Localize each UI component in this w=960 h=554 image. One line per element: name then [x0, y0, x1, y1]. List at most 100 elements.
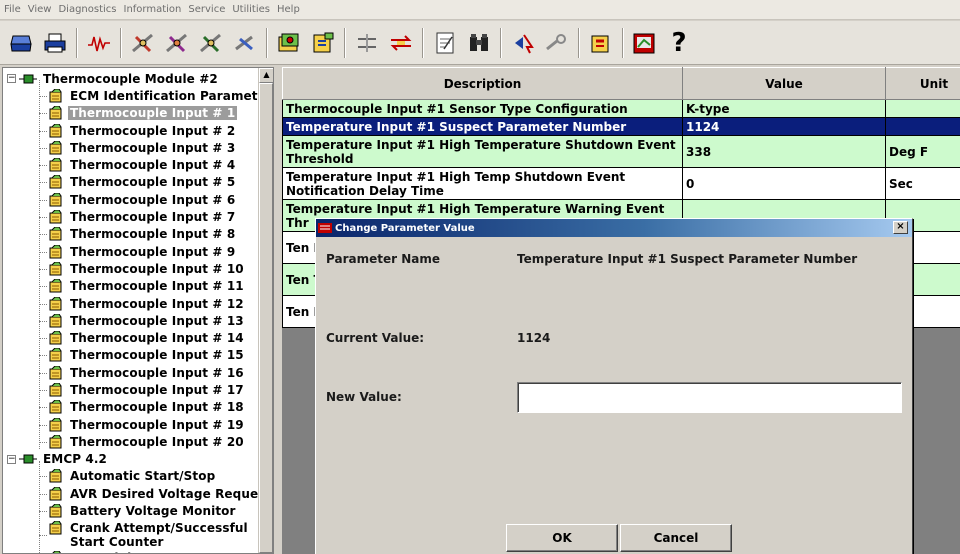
tree-item[interactable]: Thermocouple Input # 20	[3, 433, 259, 450]
menu-bar: File View Diagnostics Information Servic…	[0, 0, 960, 20]
table-row[interactable]: Temperature Input #1 High Temperature Sh…	[282, 135, 960, 168]
new-value-label: New Value:	[326, 390, 402, 404]
module-tree[interactable]: − Thermocouple Module #2 ECM Identificat…	[2, 67, 274, 554]
cell-value: 338	[682, 135, 886, 168]
tree-item[interactable]: Thermocouple Input # 17	[3, 381, 259, 398]
tree-item[interactable]: Automatic Start/Stop	[3, 468, 259, 485]
tree-item[interactable]: Thermocouple Input # 14	[3, 329, 259, 346]
tree-item[interactable]: Thermocouple Input # 10	[3, 260, 259, 277]
compare-icon[interactable]	[352, 26, 382, 60]
tool-icon-a[interactable]	[128, 26, 158, 60]
tree-item[interactable]: Thermocouple Input # 19	[3, 416, 259, 433]
tree-item[interactable]: Thermocouple Input # 4	[3, 156, 259, 173]
tree-item[interactable]: Thermocouple Input # 18	[3, 399, 259, 416]
parameter-icon	[49, 504, 62, 518]
toolbar-separator	[76, 27, 78, 58]
tree-module-label: Thermocouple Module #2	[43, 71, 218, 86]
tree-module-thermocouple[interactable]: − Thermocouple Module #2	[3, 70, 259, 87]
parameter-icon	[49, 520, 62, 535]
tree-item[interactable]: Thermocouple Input # 8	[3, 226, 259, 243]
tree-item-label: Thermocouple Input # 17	[70, 382, 244, 397]
tree-item[interactable]: AVR Desired Voltage Request	[3, 485, 271, 502]
dialog-title: Change Parameter Value	[335, 222, 475, 234]
tree-item[interactable]: Thermocouple Input # 16	[3, 364, 259, 381]
tree-item[interactable]: Thermocouple Input # 5	[3, 174, 259, 191]
collapse-icon[interactable]: −	[7, 74, 16, 84]
parameter-icon	[49, 365, 62, 380]
tree-item[interactable]: Thermocouple Input # 3	[3, 139, 259, 156]
tree-item[interactable]: Thermocouple Input # 2	[3, 122, 259, 139]
tree-item-label: Thermocouple Input # 18	[70, 400, 244, 415]
menu-view[interactable]: View	[28, 4, 52, 15]
tree-item[interactable]: Crank Attempt/Successful Start Counter	[3, 520, 259, 550]
tree-module-emcp[interactable]: − EMCP 4.2	[3, 451, 259, 468]
current-value: 1124	[517, 331, 551, 345]
cell-value: 1124	[682, 117, 886, 136]
tree-item[interactable]: Thermocouple Input # 11	[3, 278, 259, 295]
tree-item[interactable]: Thermocouple Input # 13	[3, 312, 259, 329]
tree-item[interactable]: Thermocouple Input # 7	[3, 208, 259, 225]
cell-unit	[885, 99, 960, 118]
report-icon[interactable]	[630, 26, 660, 60]
scroll-up-icon[interactable]: ▲	[259, 68, 273, 83]
tree-item[interactable]: Thermocouple Input # 12	[3, 295, 259, 312]
binoculars-icon[interactable]	[464, 26, 494, 60]
module-icon[interactable]	[586, 26, 616, 60]
toolbar-separator	[266, 27, 268, 58]
print-icon[interactable]	[40, 26, 70, 60]
waveform-icon[interactable]	[84, 26, 114, 60]
tool-icon-b[interactable]	[162, 26, 192, 60]
help-icon[interactable]: ?	[664, 26, 694, 60]
header-description[interactable]: Description	[282, 67, 683, 100]
tree-item[interactable]: Battery Voltage Monitor	[3, 502, 259, 519]
tree-item-label: ECM Identification Parameters	[70, 88, 274, 103]
table-row-selected[interactable]: Temperature Input #1 Suspect Parameter N…	[282, 117, 960, 136]
tree-item[interactable]: Thermocouple Input # 9	[3, 243, 259, 260]
header-unit[interactable]: Unit	[885, 67, 960, 100]
scroll-thumb[interactable]	[259, 83, 273, 553]
toolbar-separator	[622, 27, 624, 58]
parameter-icon	[49, 382, 62, 397]
tree-item[interactable]: Thermocouple Input # 1	[3, 105, 259, 122]
ok-button[interactable]: OK	[506, 524, 618, 552]
tree-item[interactable]: ECM Identification Parameters	[3, 87, 273, 104]
tool-icon-d[interactable]	[230, 26, 260, 60]
header-value[interactable]: Value	[682, 67, 886, 100]
tree-item[interactable]: Data Link: SCADA	[3, 550, 259, 553]
cell-description: Temperature Input #1 High Temp Shutdown …	[282, 167, 683, 200]
cell-value: 0	[682, 167, 886, 200]
tree-item-label: Thermocouple Input # 2	[70, 123, 236, 138]
parameter-icon	[49, 313, 62, 328]
menu-utilities[interactable]: Utilities	[232, 4, 270, 15]
toolbar-separator	[344, 27, 346, 58]
menu-diagnostics[interactable]: Diagnostics	[58, 4, 116, 15]
flash-icon[interactable]	[508, 26, 538, 60]
cancel-button[interactable]: Cancel	[620, 524, 732, 552]
menu-information[interactable]: Information	[124, 4, 182, 15]
collapse-icon[interactable]: −	[7, 454, 16, 464]
dialog-titlebar[interactable]: Change Parameter Value	[316, 219, 912, 237]
swap-icon[interactable]	[386, 26, 416, 60]
tree-item-label: Thermocouple Input # 13	[70, 313, 244, 328]
config-icon[interactable]	[274, 26, 304, 60]
new-value-input[interactable]	[517, 382, 902, 413]
tree-item-label: Thermocouple Input # 5	[70, 175, 236, 190]
search-tool-icon[interactable]	[542, 26, 572, 60]
tree-item[interactable]: Thermocouple Input # 15	[3, 347, 259, 364]
document-icon[interactable]	[430, 26, 460, 60]
tree-item[interactable]: Thermocouple Input # 6	[3, 191, 259, 208]
close-icon[interactable]: ×	[893, 221, 908, 234]
menu-file[interactable]: File	[4, 4, 21, 15]
parameter-icon	[49, 227, 62, 241]
menu-help[interactable]: Help	[277, 4, 300, 15]
connect-icon[interactable]	[6, 26, 36, 60]
table-row[interactable]: Thermocouple Input #1 Sensor Type Config…	[282, 99, 960, 118]
tree-item-label: AVR Desired Voltage Request	[70, 486, 272, 501]
parameter-icon[interactable]	[308, 26, 338, 60]
tool-icon-c[interactable]	[196, 26, 226, 60]
parameter-icon	[49, 279, 62, 293]
tree-item-label: Thermocouple Input # 19	[70, 417, 244, 432]
tree-scrollbar[interactable]: ▲	[258, 68, 273, 553]
menu-service[interactable]: Service	[188, 4, 225, 15]
table-row[interactable]: Temperature Input #1 High Temp Shutdown …	[282, 167, 960, 200]
